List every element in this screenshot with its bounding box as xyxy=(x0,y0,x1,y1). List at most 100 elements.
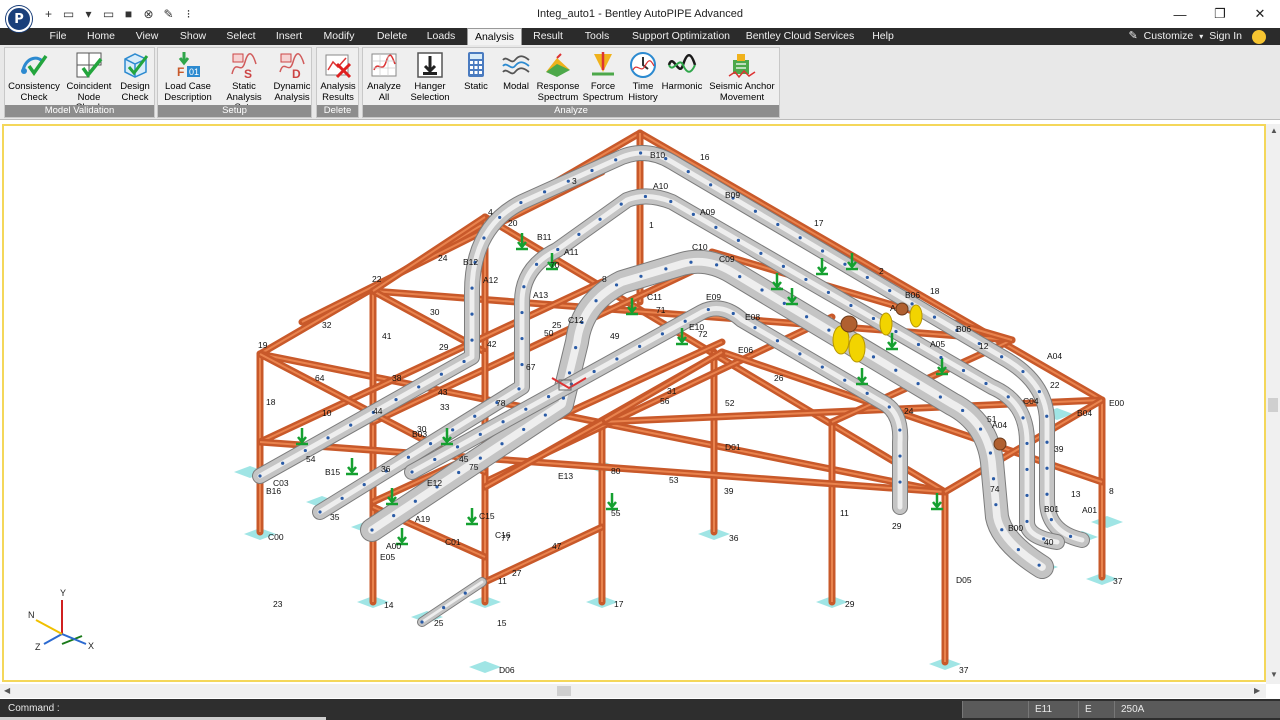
node-label: 27 xyxy=(512,568,522,578)
node-label: 41 xyxy=(382,331,392,341)
delete-analysis-results-button[interactable]: Analysis Results xyxy=(318,50,358,106)
coincident-node-check-button[interactable]: Coincident Node Check xyxy=(63,50,115,113)
new-icon[interactable]: + xyxy=(40,5,57,22)
tab-analysis[interactable]: Analysis xyxy=(467,28,522,46)
scroll-left-icon[interactable]: ◀ xyxy=(4,686,10,695)
vertical-scrollbar[interactable]: ▲ ▼ xyxy=(1266,124,1280,684)
tab-loads[interactable]: Loads xyxy=(423,28,459,45)
node-label: D05 xyxy=(956,575,972,585)
save-icon[interactable]: ■ xyxy=(120,5,137,22)
hanger-selection-button[interactable]: Hanger Selection xyxy=(405,50,455,106)
vertical-scroll-thumb[interactable] xyxy=(1268,398,1278,412)
node-point xyxy=(615,357,619,361)
restore-button[interactable]: ❐ xyxy=(1200,0,1240,28)
harmonic-analysis-button[interactable]: Harmonic xyxy=(661,50,703,106)
app-window: P + ▭ ▾ ▭ ■ ⊗ ✎ ⁝ Integ_auto1 - Bentley AutoPIP… xyxy=(0,0,1280,720)
analyze-all-button[interactable]: Analyze All xyxy=(365,50,403,106)
node-point xyxy=(894,329,898,334)
node-label: 64 xyxy=(315,373,325,383)
node-point xyxy=(478,456,482,460)
design-check-button[interactable]: Design Check xyxy=(117,50,153,106)
scroll-right-icon[interactable]: ▶ xyxy=(1254,686,1260,695)
node-label: C11 xyxy=(647,292,662,302)
time-history-button[interactable]: Time History xyxy=(625,50,661,106)
tab-select[interactable]: Select xyxy=(225,28,257,45)
tab-file[interactable]: File xyxy=(45,28,71,45)
node-label: C09 xyxy=(719,254,735,264)
node-label: B16 xyxy=(266,486,281,496)
static-analysis-sets-icon: S xyxy=(231,53,257,80)
tab-home[interactable]: Home xyxy=(83,28,119,45)
node-label: 8 xyxy=(1109,486,1114,496)
load-case-description-button[interactable]: F 01 Load Case Description xyxy=(160,50,216,106)
node-label: 53 xyxy=(669,475,679,485)
node-label: 14 xyxy=(384,600,394,610)
node-point xyxy=(898,428,902,432)
node-point xyxy=(594,299,598,303)
node-point xyxy=(522,285,526,289)
dynamic-analysis-button[interactable]: D Dynamic Analysis xyxy=(272,50,312,106)
command-input[interactable] xyxy=(62,702,322,717)
seismic-anchor-movement-button[interactable]: Seismic Anchor Movement xyxy=(707,50,777,106)
feedback-smiley-icon[interactable] xyxy=(1252,29,1266,44)
tab-result[interactable]: Result xyxy=(527,28,569,45)
scroll-up-icon[interactable]: ▲ xyxy=(1270,126,1278,135)
tab-support-optimization[interactable]: Support Optimization xyxy=(627,28,735,45)
minimize-button[interactable]: — xyxy=(1160,0,1200,28)
static-analysis-button[interactable]: Static xyxy=(457,50,495,106)
consistency-check-button[interactable]: Consistency Check xyxy=(7,50,61,106)
node-point xyxy=(406,455,411,459)
node-point xyxy=(520,310,524,315)
static-analysis-sets-button[interactable]: S Static Analysis Sets xyxy=(216,50,272,113)
node-label: A11 xyxy=(564,247,579,257)
open-model-icon[interactable]: ▭ xyxy=(100,5,117,22)
node-point xyxy=(894,368,898,372)
node-label: 67 xyxy=(526,362,536,372)
node-label: 44 xyxy=(373,406,383,416)
node-label: 78 xyxy=(496,398,506,408)
axis-y-label: Y xyxy=(60,588,66,598)
node-point xyxy=(362,483,366,487)
model-viewport[interactable]: B10 16 3 A10 B09 A09 17 4 20 1 C10 B11 A11 24 B12 70 A12… xyxy=(2,124,1266,682)
horizontal-scroll-thumb[interactable] xyxy=(557,686,571,696)
autopipe-logo-icon[interactable]: P xyxy=(6,6,32,32)
node-label: 49 xyxy=(610,331,620,341)
customize-qat-icon[interactable]: ⁝ xyxy=(180,5,197,22)
node-point xyxy=(691,212,695,216)
tab-help[interactable]: Help xyxy=(867,28,899,45)
node-label: 37 xyxy=(959,665,969,675)
node-label: E13 xyxy=(558,471,573,481)
edit-icon[interactable]: ✎ xyxy=(160,5,177,22)
node-point xyxy=(566,179,570,183)
close-model-icon[interactable]: ⊗ xyxy=(140,5,157,22)
response-spectrum-button[interactable]: Response Spectrum xyxy=(535,50,581,106)
node-label: 75 xyxy=(469,462,479,472)
tab-delete[interactable]: Delete xyxy=(373,28,411,45)
tab-tools[interactable]: Tools xyxy=(581,28,613,45)
dynamic-analysis-icon: D xyxy=(279,53,305,80)
force-spectrum-button[interactable]: Force Spectrum xyxy=(581,50,625,106)
node-point xyxy=(524,407,528,411)
node-point xyxy=(592,369,596,374)
modal-wave-icon xyxy=(502,55,530,75)
node-label: B03 xyxy=(412,429,427,439)
piping-model-canvas[interactable]: B10 16 3 A10 B09 A09 17 4 20 1 C10 B11 A11 24 B12 70 A12… xyxy=(4,126,1264,680)
sign-in-link[interactable]: Sign In xyxy=(1209,28,1242,45)
node-point xyxy=(428,441,433,446)
close-button[interactable]: ✕ xyxy=(1240,0,1280,28)
customize-menu[interactable]: Customize xyxy=(1144,28,1194,45)
node-label: C10 xyxy=(692,242,708,252)
node-label: 45 xyxy=(459,454,469,464)
tab-modify[interactable]: Modify xyxy=(318,28,360,45)
node-point xyxy=(1025,467,1029,472)
tab-insert[interactable]: Insert xyxy=(271,28,307,45)
horizontal-scrollbar[interactable]: ◀ ▶ xyxy=(0,684,1266,698)
open-folder-icon[interactable]: ▭ xyxy=(60,5,77,22)
dropdown-chevron-icon[interactable]: ▾ xyxy=(80,5,97,22)
node-label: E05 xyxy=(380,552,395,562)
tab-view[interactable]: View xyxy=(134,28,160,45)
scroll-down-icon[interactable]: ▼ xyxy=(1270,670,1278,679)
modal-analysis-button[interactable]: Modal xyxy=(497,50,535,106)
tab-bentley-cloud-services[interactable]: Bentley Cloud Services xyxy=(745,28,855,45)
tab-show[interactable]: Show xyxy=(175,28,211,45)
